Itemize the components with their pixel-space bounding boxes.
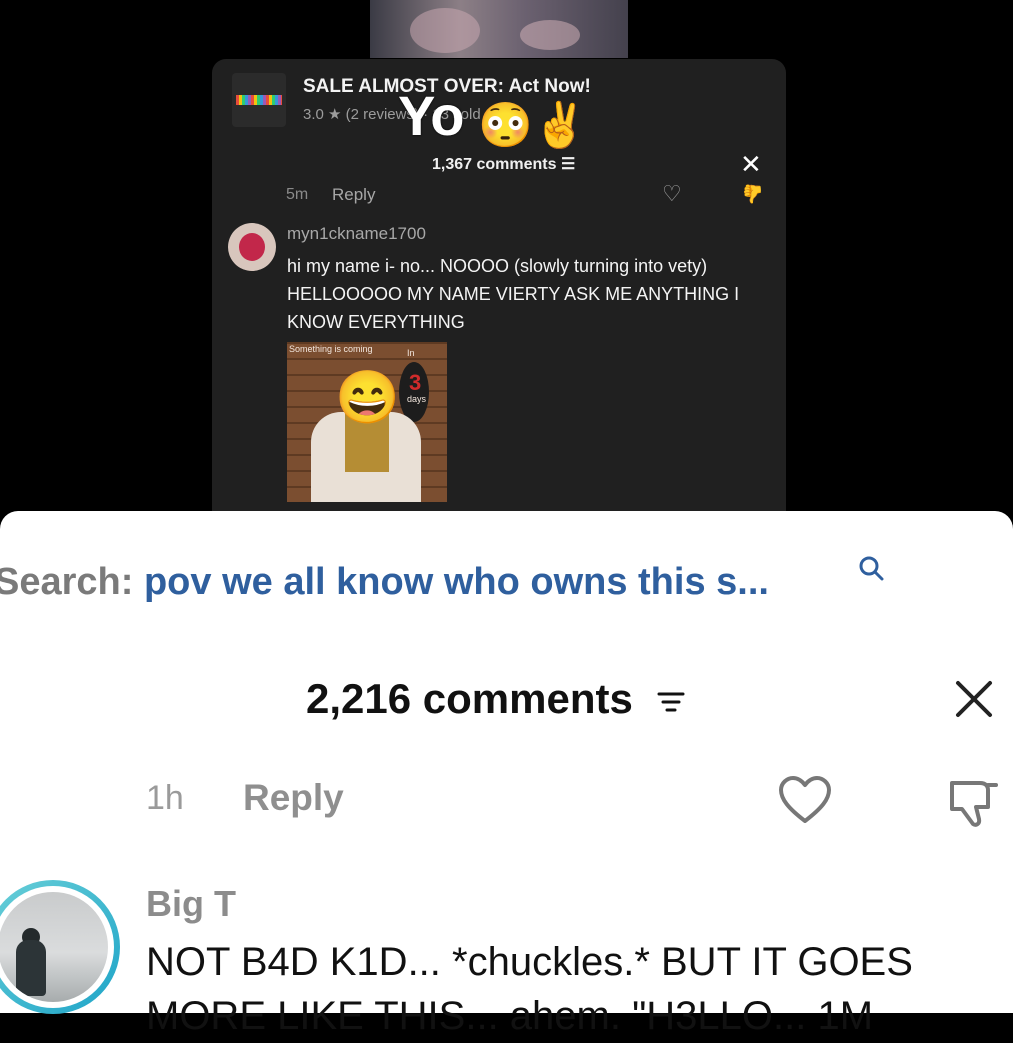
comments-count-header: 2,216 comments [306,675,685,723]
background-video-frame [370,0,628,58]
inner-comments-count: 1,367 comments ☰ [432,156,576,173]
comment-time: 1h [146,779,184,817]
comment-text: NOT B4D K1D... *chuckles.* BUT IT GOES M… [146,940,913,1038]
inner-comment-time: 5m [286,186,309,203]
image-caption-left: Something is coming [289,344,373,354]
inner-comment-text: hi my name i- no... NOOOO (slowly turnin… [287,256,740,332]
dislike-icon[interactable] [946,777,1000,829]
inner-close-icon: ✕ [740,149,762,179]
image-caption-in: In [407,348,415,358]
smiley-face-icon: 😄 [335,369,400,427]
image-caption-number: 3 [409,370,422,395]
search-query-link[interactable]: pov we all know who owns this s... [144,561,769,603]
inner-avatar [228,223,276,271]
reply-button[interactable]: Reply [243,777,344,819]
close-icon[interactable] [952,677,996,721]
comments-sheet: Search: pov we all know who owns this s.… [0,511,1013,1038]
video-blur-shape [520,20,580,50]
video-overlay-text: Yo [398,84,464,147]
comment-username[interactable]: Big T [146,883,236,925]
inner-heart-icon: ♡ [662,181,682,206]
video-blur-shape [410,8,480,53]
search-suggestion[interactable]: Search: pov we all know who owns this s.… [0,561,769,604]
inner-username: myn1ckname1700 [287,224,426,243]
avatar[interactable] [0,880,120,1014]
inner-dislike-icon: 👍 [742,184,765,204]
image-caption-days: days [407,394,427,404]
inner-comment-image: 😄 Something is coming In 3 days [287,342,447,502]
video-overlay-emoji: 😳✌️ [478,101,588,150]
ad-product-thumbnail [232,73,286,127]
avatar-photo [0,892,108,1002]
search-icon[interactable] [858,555,884,581]
sort-icon[interactable] [657,690,685,714]
heart-icon[interactable] [778,775,832,825]
embedded-comment-screenshot: SALE ALMOST OVER: Act Now! 3.0 ★ (2 revi… [212,59,786,519]
comments-count: 2,216 comments [306,675,633,722]
inner-reply-label: Reply [332,185,376,204]
search-label: Search: [0,561,134,603]
